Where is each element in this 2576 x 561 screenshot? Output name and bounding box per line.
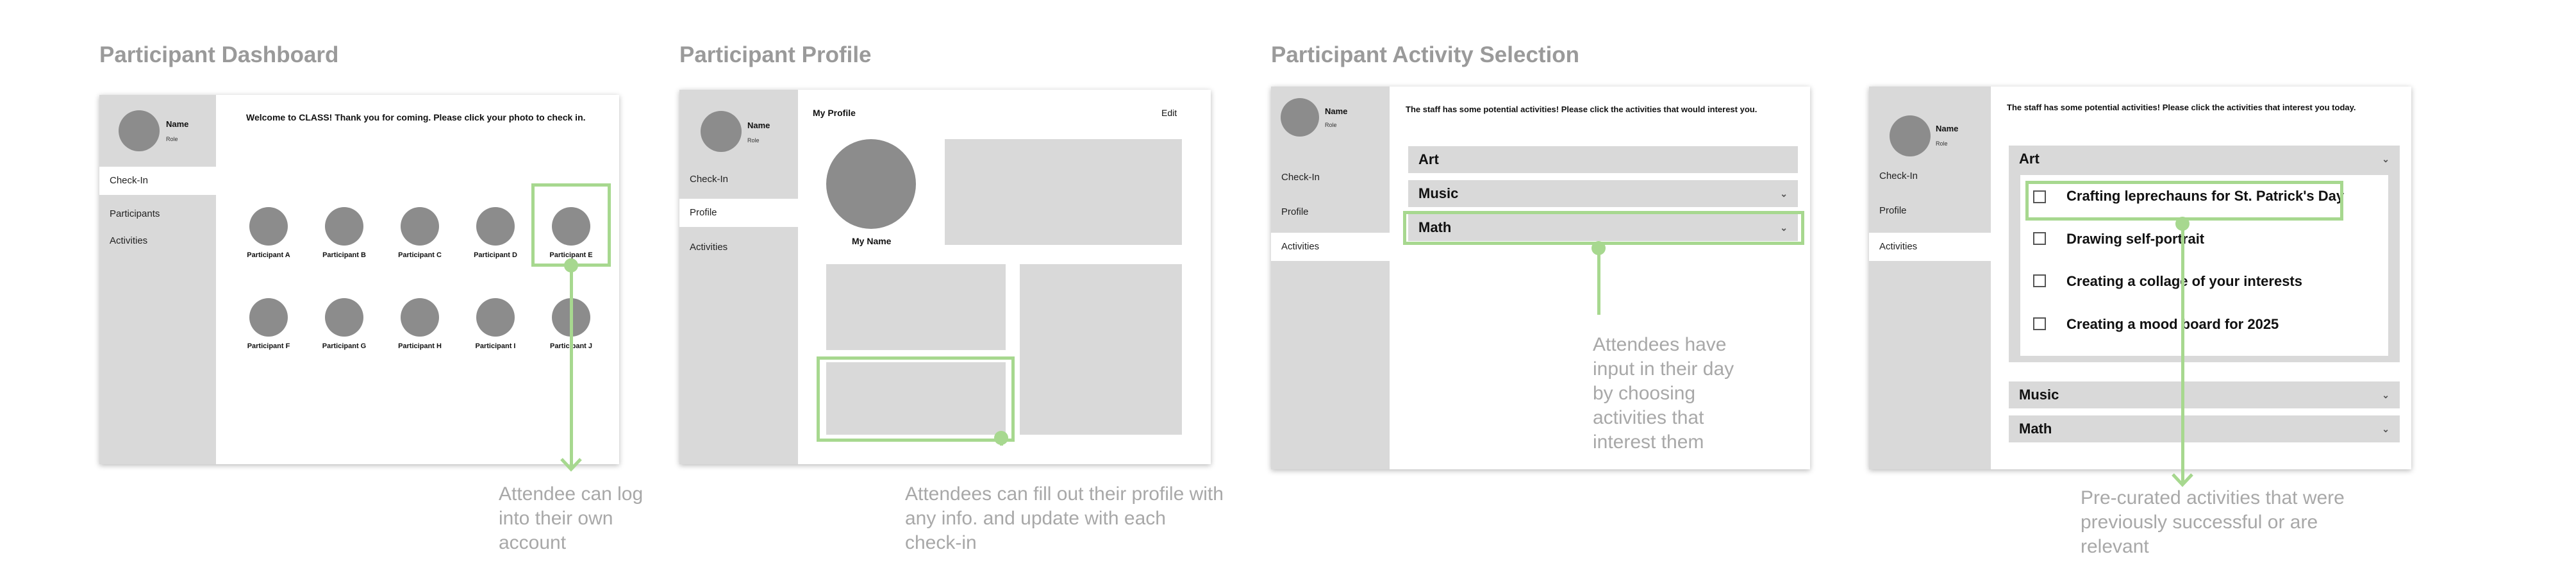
sidebar-item-activities[interactable]: Activities bbox=[679, 233, 798, 262]
category-art[interactable]: Art ⌄ bbox=[2009, 146, 2400, 172]
user-role: Role bbox=[1936, 140, 1948, 147]
connector-line bbox=[2181, 224, 2184, 484]
sidebar-item-check-in[interactable]: Check-In bbox=[1869, 162, 1991, 190]
profile-photo[interactable] bbox=[826, 139, 916, 229]
annotation-dashboard: Attendee can log into their own account bbox=[499, 483, 644, 553]
activity-expanded-frame: Name Role Check-In Profile Activities Th… bbox=[1869, 87, 2411, 469]
category-label: Music bbox=[2019, 387, 2059, 403]
edit-link[interactable]: Edit bbox=[1161, 108, 1177, 118]
profile-info-box[interactable] bbox=[945, 139, 1182, 245]
user-name: Name bbox=[1936, 124, 1959, 133]
category-music[interactable]: Music ⌄ bbox=[1408, 180, 1798, 207]
sidebar-item-profile[interactable]: Profile bbox=[1869, 197, 1991, 225]
category-label: Math bbox=[2019, 421, 2052, 437]
category-math[interactable]: Math ⌄ bbox=[2009, 415, 2400, 442]
sidebar-item-check-in[interactable]: Check-In bbox=[1271, 163, 1390, 192]
activity-prompt: The staff has some potential activities!… bbox=[2007, 103, 2356, 112]
category-label: Art bbox=[2019, 151, 2040, 167]
activity-item[interactable]: Creating a mood board for 2025 bbox=[2066, 316, 2279, 333]
chevron-down-icon[interactable]: ⌄ bbox=[1780, 180, 1788, 207]
sidebar: Name Role Check-In Profile Activities bbox=[679, 90, 798, 464]
sidebar-item-activities[interactable]: Activities bbox=[1271, 233, 1390, 261]
user-role: Role bbox=[1325, 122, 1337, 128]
user-role: Role bbox=[747, 137, 760, 144]
category-music[interactable]: Music ⌄ bbox=[2009, 381, 2400, 408]
user-name: Name bbox=[747, 121, 770, 130]
activity-prompt: The staff has some potential activities!… bbox=[1406, 105, 1757, 114]
profile-info-box[interactable] bbox=[826, 264, 1006, 350]
sidebar: Name Role Check-In Profile Activities bbox=[1271, 87, 1390, 469]
profile-info-box[interactable] bbox=[1020, 264, 1182, 435]
sidebar-item-profile[interactable]: Profile bbox=[679, 199, 798, 227]
highlight-box bbox=[1403, 211, 1804, 245]
category-label: Music bbox=[1418, 185, 1459, 201]
avatar bbox=[1281, 98, 1319, 137]
my-name-label: My Name bbox=[852, 236, 892, 246]
highlight-box bbox=[817, 356, 1015, 442]
profile-frame: Name Role Check-In Profile Activities My… bbox=[679, 90, 1211, 464]
sidebar-item-activities[interactable]: Activities bbox=[1869, 233, 1991, 261]
category-art[interactable]: Art bbox=[1408, 146, 1798, 173]
highlight-box bbox=[2025, 181, 2343, 221]
annotation-activity: Attendees have input in their day by cho… bbox=[1593, 334, 1734, 453]
sidebar-item-profile[interactable]: Profile bbox=[1271, 198, 1390, 226]
category-label: Art bbox=[1418, 151, 1439, 167]
annotation-curated: Pre-curated activities that were previou… bbox=[2081, 487, 2345, 557]
chevron-down-icon[interactable]: ⌄ bbox=[2382, 415, 2389, 442]
user-name: Name bbox=[1325, 106, 1348, 116]
sidebar: Name Role Check-In Profile Activities bbox=[1869, 87, 1991, 469]
checkbox-icon[interactable] bbox=[2033, 317, 2046, 330]
chevron-down-icon[interactable]: ⌄ bbox=[2382, 146, 2389, 172]
checkbox-icon[interactable] bbox=[2033, 232, 2046, 245]
checkbox-icon[interactable] bbox=[2033, 274, 2046, 287]
profile-heading: My Profile bbox=[813, 108, 856, 118]
annotation-profile: Attendees can fill out their profile wit… bbox=[905, 483, 1224, 553]
avatar bbox=[701, 111, 742, 152]
connector-line bbox=[1597, 248, 1600, 315]
avatar bbox=[1890, 115, 1931, 156]
connector-line bbox=[1000, 438, 1003, 446]
sidebar-item-check-in[interactable]: Check-In bbox=[679, 165, 798, 194]
chevron-down-icon[interactable]: ⌄ bbox=[2382, 381, 2389, 408]
